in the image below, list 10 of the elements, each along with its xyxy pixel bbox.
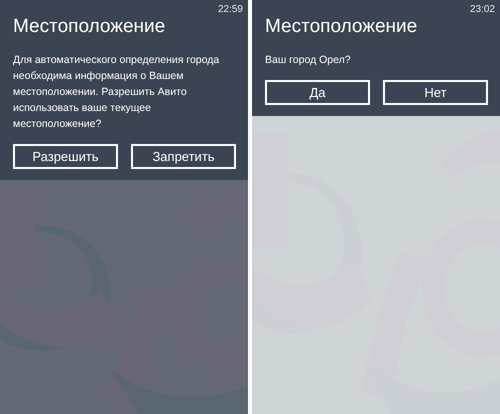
dialog-button[interactable]: Нет	[383, 80, 488, 105]
dialog-button[interactable]: Разрешить	[13, 144, 118, 169]
dialog-message: Для автоматического определения города необходима информация о Вашем местоположении. Разрешить Авито использовать ваше текущее местоположение?	[13, 53, 220, 132]
clock-time: 23:02	[470, 4, 495, 15]
dialog-title: Местоположение	[265, 16, 418, 38]
dialog-button[interactable]: Запретить	[131, 144, 236, 169]
dialog-message: Ваш город Орел?	[265, 53, 352, 68]
clock-time: 22:59	[218, 4, 243, 15]
dialog-title: Местоположение	[13, 16, 166, 38]
dialog-button[interactable]: Да	[265, 80, 370, 105]
